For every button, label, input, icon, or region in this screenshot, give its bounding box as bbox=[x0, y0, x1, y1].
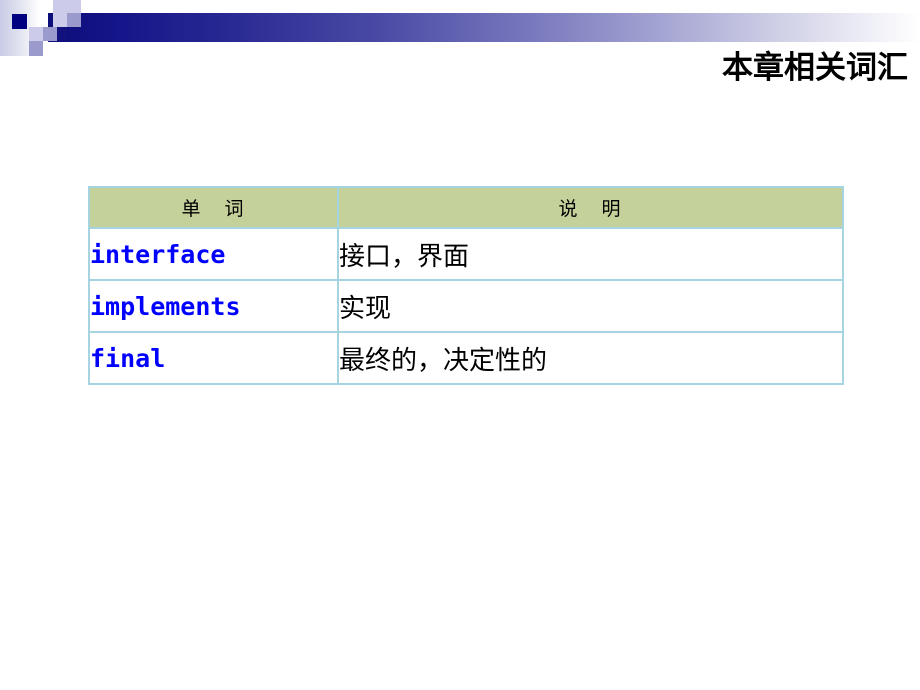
term-cell: interface bbox=[88, 227, 339, 281]
vocabulary-table: 单 词 说 明 interface 接口，界面 implements 实现 fi… bbox=[88, 186, 844, 385]
column-header-description: 说 明 bbox=[337, 186, 844, 229]
column-header-term: 单 词 bbox=[88, 186, 339, 229]
decoration-square-light-1 bbox=[53, 0, 67, 13]
decoration-square-mid-2 bbox=[43, 27, 57, 41]
decoration-square-mid-3 bbox=[29, 41, 43, 56]
decoration-square-light-2 bbox=[67, 0, 81, 13]
decoration-square-light-3 bbox=[53, 13, 67, 27]
table-header-row: 单 词 说 明 bbox=[88, 186, 844, 229]
decoration-gradient-bar bbox=[48, 13, 920, 42]
column-header-description-label: 说 明 bbox=[558, 198, 623, 220]
slide-title: 本章相关词汇 bbox=[722, 50, 908, 86]
column-header-term-label: 单 词 bbox=[181, 198, 246, 220]
description-cell: 实现 bbox=[337, 279, 844, 333]
description-cell: 接口，界面 bbox=[337, 227, 844, 281]
decoration-square-mid-1 bbox=[67, 13, 81, 27]
decoration-left-gradient-strip bbox=[0, 0, 40, 56]
decoration-square-navy-dark bbox=[12, 14, 27, 29]
term-cell: final bbox=[88, 331, 339, 385]
table-row: implements 实现 bbox=[88, 279, 844, 333]
term-cell: implements bbox=[88, 279, 339, 333]
slide-canvas: 本章相关词汇 单 词 说 明 interface 接口，界面 implement… bbox=[0, 0, 920, 690]
table-row: interface 接口，界面 bbox=[88, 227, 844, 281]
table-row: final 最终的，决定性的 bbox=[88, 331, 844, 385]
decoration-square-navy bbox=[57, 27, 67, 41]
decoration-square-light-4 bbox=[29, 27, 43, 41]
description-cell: 最终的，决定性的 bbox=[337, 331, 844, 385]
